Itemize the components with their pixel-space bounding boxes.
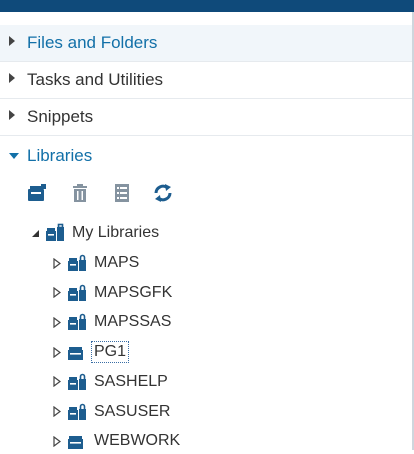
new-library-button[interactable] bbox=[25, 183, 49, 208]
tree-node-library[interactable]: SASHELP bbox=[51, 369, 170, 395]
tree-collapsed-icon[interactable] bbox=[51, 346, 63, 358]
section-label: Libraries bbox=[27, 145, 93, 165]
library-icon bbox=[67, 342, 87, 362]
refresh-icon bbox=[152, 183, 174, 208]
delete-library-button[interactable] bbox=[68, 183, 92, 208]
tree-collapsed-icon[interactable] bbox=[51, 287, 63, 299]
tree-node-label: My Libraries bbox=[72, 224, 160, 241]
section-label: Tasks and Utilities bbox=[27, 70, 164, 89]
tree-node-my-libraries[interactable]: My Libraries bbox=[29, 220, 161, 246]
tree-node-label: PG1 bbox=[90, 341, 130, 364]
caret-down-icon bbox=[8, 147, 20, 165]
library-lock-icon bbox=[67, 283, 87, 303]
properties-button[interactable] bbox=[110, 183, 134, 208]
refresh-button[interactable] bbox=[151, 183, 175, 208]
tree-node-label: SASHELP bbox=[94, 372, 168, 390]
tree-node-label: MAPS bbox=[94, 254, 140, 271]
library-lock-icon bbox=[67, 312, 87, 332]
tree-node-library[interactable]: SASUSER bbox=[51, 399, 172, 425]
tree-node-library[interactable]: MAPS bbox=[51, 250, 141, 276]
tree-collapsed-icon[interactable] bbox=[51, 376, 63, 388]
tree-node-library[interactable]: PG1 bbox=[51, 339, 130, 365]
library-lock-icon bbox=[67, 402, 87, 422]
tree-collapsed-icon[interactable] bbox=[51, 257, 63, 269]
library-icon bbox=[67, 431, 87, 451]
section-snippets[interactable]: Snippets bbox=[0, 99, 412, 136]
section-libraries[interactable]: Libraries bbox=[0, 137, 412, 174]
library-group-icon bbox=[45, 223, 65, 243]
caret-right-icon bbox=[8, 108, 16, 126]
tree-collapsed-icon[interactable] bbox=[51, 435, 63, 447]
tree-node-label: SASUSER bbox=[94, 402, 171, 420]
tree-node-library[interactable]: WEBWORK bbox=[51, 428, 182, 454]
tree-node-label: MAPSGFK bbox=[94, 283, 173, 301]
tree-expanded-icon[interactable] bbox=[29, 227, 41, 239]
delete-icon bbox=[71, 183, 89, 208]
section-label: Snippets bbox=[27, 107, 94, 126]
window-title-bar bbox=[0, 0, 414, 12]
section-label: Files and Folders bbox=[27, 33, 158, 52]
tree-collapsed-icon[interactable] bbox=[51, 316, 63, 328]
tree-collapsed-icon[interactable] bbox=[51, 406, 63, 418]
tree-node-label: MAPSSAS bbox=[94, 313, 172, 331]
section-tasks-and-utilities[interactable]: Tasks and Utilities bbox=[0, 62, 412, 99]
tree-node-library[interactable]: MAPSSAS bbox=[51, 309, 173, 335]
tree-node-label: WEBWORK bbox=[94, 432, 181, 450]
library-lock-icon bbox=[67, 372, 87, 392]
tree-node-library[interactable]: MAPSGFK bbox=[51, 280, 174, 306]
new-library-icon bbox=[26, 183, 48, 208]
caret-right-icon bbox=[8, 71, 16, 89]
library-lock-icon bbox=[67, 253, 87, 273]
section-files-and-folders[interactable]: Files and Folders bbox=[0, 25, 412, 62]
caret-right-icon bbox=[8, 34, 16, 52]
properties-icon bbox=[114, 183, 130, 208]
